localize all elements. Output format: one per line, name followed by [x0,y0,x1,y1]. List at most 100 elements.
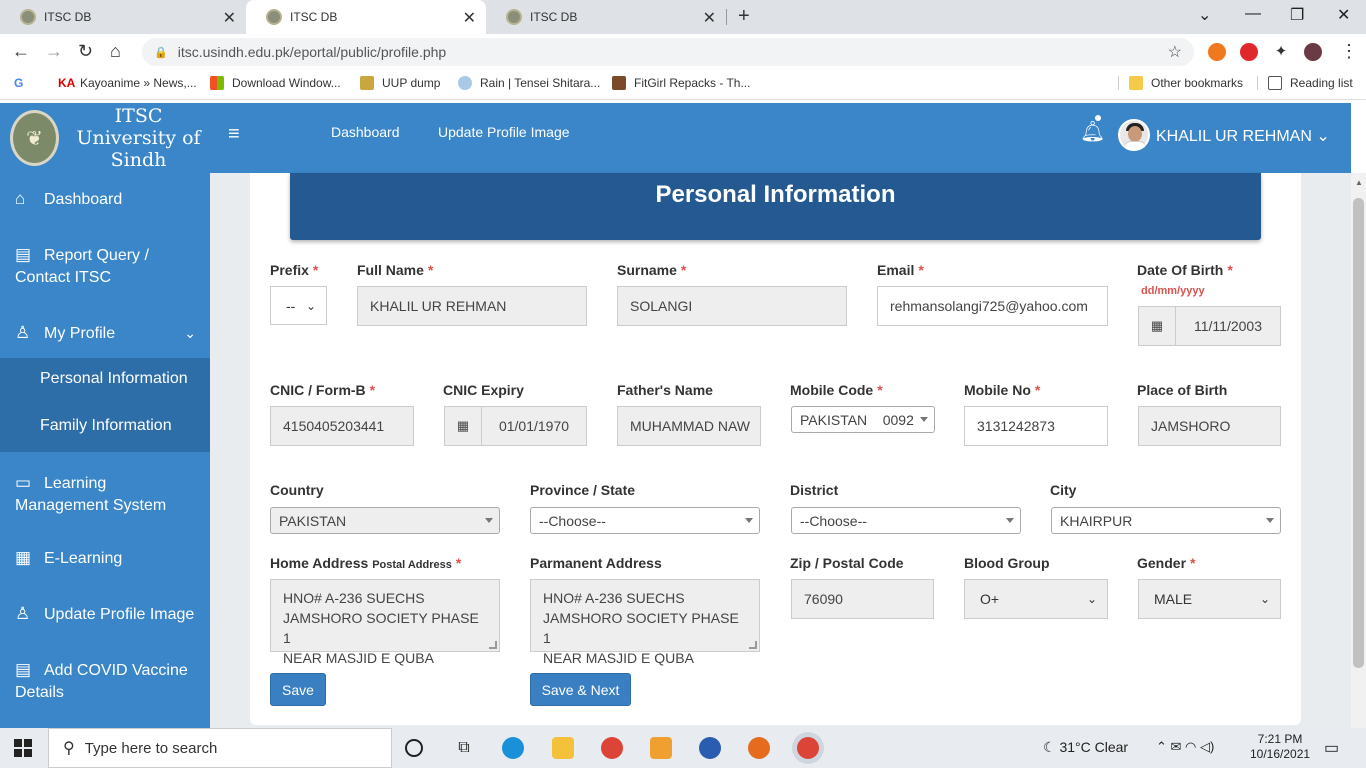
full-name-field[interactable]: KHALIL UR REHMAN [357,286,587,326]
country-select[interactable]: PAKISTAN [270,507,500,534]
profile-avatar-icon[interactable] [1304,43,1322,61]
surname-field[interactable]: SOLANGI [617,286,847,326]
hamburger-menu-icon[interactable]: ≡ [228,123,240,146]
chrome-icon[interactable] [601,737,623,759]
bookmark-star-icon[interactable]: ☆ [1168,42,1182,62]
close-tab-icon[interactable]: ✕ [703,8,716,28]
close-window-icon[interactable]: ✕ [1337,5,1350,25]
maximize-icon[interactable]: ❐ [1290,5,1304,25]
moon-icon: ☾ [1043,739,1056,755]
back-icon[interactable]: ← [12,41,30,62]
bookmark-item[interactable]: KA Kayoanime » News,... [58,76,197,90]
blood-group-select[interactable]: O+ ⌄ [964,579,1108,619]
menu-dots-icon[interactable]: ⋮ [1340,41,1358,62]
bookmark-item[interactable]: UUP dump [360,76,440,90]
bookmark-item[interactable]: Download Window... [210,76,341,90]
weather-widget[interactable]: ☾ 31°C Clear [1043,739,1128,756]
save-button[interactable]: Save [270,673,326,706]
notification-center-icon[interactable]: ▭ [1324,738,1339,758]
page-scrollbar[interactable]: ▲ [1351,173,1366,728]
sublime-icon[interactable] [650,737,672,759]
sidebar-item-dashboard[interactable]: ⌂ Dashboard [0,188,210,211]
reading-list[interactable]: Reading list [1257,76,1353,90]
dob-field[interactable]: ▦ 11/11/2003 [1138,306,1281,346]
task-view-icon[interactable]: ⧉ [453,737,475,759]
brand[interactable]: ❦ ITSC University of Sindh [0,103,210,173]
gender-select[interactable]: MALE ⌄ [1138,579,1281,619]
permanent-address-label: Parmanent Address [530,555,662,571]
home-icon[interactable]: ⌂ [110,41,121,62]
city-select[interactable]: KHAIRPUR [1051,507,1281,534]
other-bookmarks[interactable]: Other bookmarks [1118,76,1243,90]
sidebar-item-update-profile-image[interactable]: ♙ Update Profile Image [0,603,210,626]
sidebar-item-personal-information[interactable]: Personal Information [40,370,188,388]
province-select[interactable]: --Choose-- [530,507,760,534]
zip-field[interactable]: 76090 [791,579,934,619]
taskbar-search-input[interactable]: ⚲ Type here to search [48,728,392,768]
new-tab-button[interactable]: + [738,5,750,28]
forward-icon[interactable]: → [45,41,63,62]
cnic-field[interactable]: 4150405203441 [270,406,414,446]
dob-format-hint: dd/mm/yyyy [1141,285,1205,297]
gender-label: Gender * [1137,555,1196,571]
scroll-up-icon[interactable]: ▲ [1355,178,1363,187]
dob-label: Date Of Birth * [1137,262,1233,278]
extension-icon[interactable] [1208,43,1226,61]
sidebar-item-family-information[interactable]: Family Information [40,417,172,435]
adblock-icon[interactable] [1240,43,1258,61]
firefox-icon[interactable] [748,737,770,759]
email-field[interactable]: rehmansolangi725@yahoo.com [877,286,1108,326]
mobile-code-label: Mobile Code * [790,382,883,398]
edge-icon[interactable] [502,737,524,759]
resize-handle-icon[interactable] [749,641,757,649]
reload-icon[interactable]: ↻ [78,41,93,62]
close-tab-icon[interactable]: ✕ [223,8,236,28]
dropdown-arrow-icon [485,518,493,523]
sidebar-item-lms[interactable]: ▭ Learning Management System [0,472,210,517]
site-favicon-icon [20,9,36,25]
tab-bar: ITSC DB ✕ ITSC DB ✕ ITSC DB ✕ + ⌄ — ❐ ✕ [0,0,1366,34]
resize-handle-icon[interactable] [489,641,497,649]
browser-tab-active[interactable]: ITSC DB ✕ [246,0,486,34]
user-name-dropdown[interactable]: KHALIL UR REHMAN ⌄ [1156,126,1330,146]
home-address-field[interactable]: HNO# A-236 SUECHS JAMSHORO SOCIETY PHASE… [270,579,500,666]
place-of-birth-field[interactable]: JAMSHORO [1138,406,1281,446]
browser-tab[interactable]: ITSC DB ✕ [486,0,726,34]
bookmark-item[interactable]: Rain | Tensei Shitara... [458,76,600,90]
bookmark-item[interactable]: FitGirl Repacks - Th... [612,76,750,90]
scrollbar-thumb[interactable] [1353,198,1364,668]
save-next-button[interactable]: Save & Next [530,673,631,706]
sidebar-item-report-query[interactable]: ▤ Report Query / Contact ITSC [0,244,210,289]
windows-start-icon[interactable] [14,739,32,757]
google-icon[interactable]: G [14,76,23,90]
system-tray[interactable]: ⌃ ✉ ◠ ◁) [1156,739,1214,755]
district-select[interactable]: --Choose-- [791,507,1021,534]
father-name-field[interactable]: MUHAMMAD NAW [617,406,761,446]
prefix-select[interactable]: -- ⌄ [270,286,327,325]
file-explorer-icon[interactable] [552,737,574,759]
chrome-active-icon[interactable] [797,737,819,759]
nav-link-update-profile-image[interactable]: Update Profile Image [438,124,570,140]
sidebar-item-my-profile[interactable]: ♙ My Profile ⌄ [0,322,210,345]
calendar-icon[interactable]: ▦ [444,406,482,446]
browser-tab[interactable]: ITSC DB ✕ [0,0,246,34]
calendar-icon[interactable]: ▦ [1138,306,1176,346]
dropdown-arrow-icon [745,518,753,523]
clock[interactable]: 7:21 PM 10/16/2021 [1250,732,1310,762]
cnic-expiry-field[interactable]: ▦ 01/01/1970 [444,406,587,446]
sidebar-item-e-learning[interactable]: ▦ E-Learning [0,547,210,570]
tab-search-icon[interactable]: ⌄ [1198,5,1211,25]
cortana-icon[interactable] [405,739,423,757]
extensions-puzzle-icon[interactable]: ✦ [1272,43,1290,61]
sidebar-item-covid-vaccine[interactable]: ▤ Add COVID Vaccine Details [0,659,210,704]
nav-link-dashboard[interactable]: Dashboard [331,124,400,140]
mobile-code-select[interactable]: PAKISTAN 0092 [791,406,935,433]
word-icon[interactable] [699,737,721,759]
mobile-no-field[interactable]: 3131242873 [964,406,1108,446]
permanent-address-field[interactable]: HNO# A-236 SUECHS JAMSHORO SOCIETY PHASE… [530,579,760,666]
avatar[interactable] [1118,119,1150,151]
close-tab-icon[interactable]: ✕ [463,8,476,28]
minimize-icon[interactable]: — [1245,5,1261,23]
address-bar[interactable]: 🔒 itsc.usindh.edu.pk/eportal/public/prof… [142,38,1194,66]
notification-bell-icon[interactable]: 🔔︎ [1080,119,1105,144]
